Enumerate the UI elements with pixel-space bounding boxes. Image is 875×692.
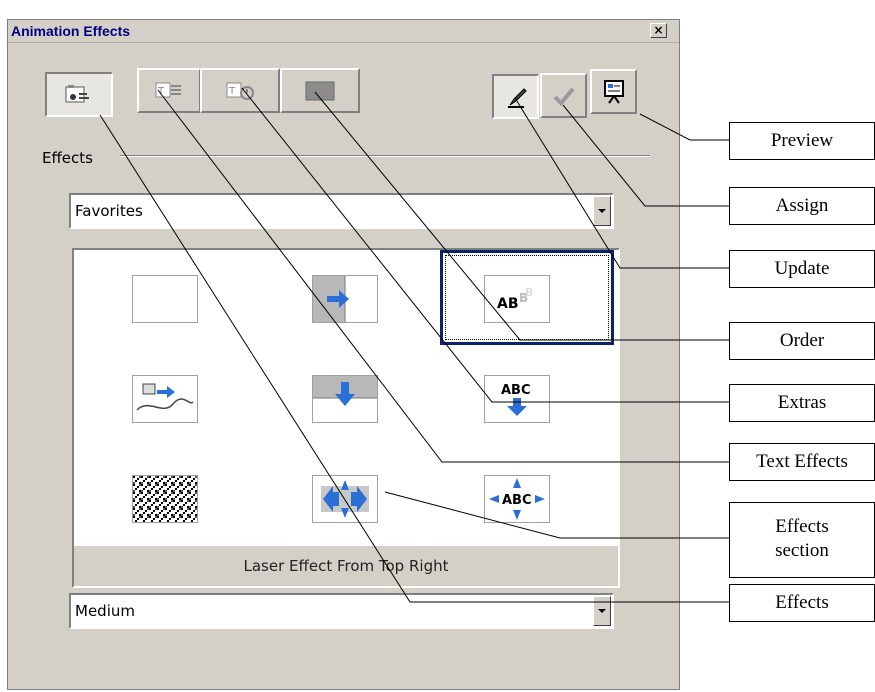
callout-assign-text: Assign xyxy=(775,195,829,216)
callout-preview-text: Preview xyxy=(770,130,834,151)
callout-effects-section-line1: Effects xyxy=(775,516,829,537)
callout-preview: Preview xyxy=(729,122,875,160)
callout-effects-section: Effects section xyxy=(729,502,875,578)
callout-extras: Extras xyxy=(729,384,875,422)
callout-order-text: Order xyxy=(779,330,825,351)
assign-leader-line xyxy=(562,104,735,207)
order-leader-line xyxy=(314,91,735,341)
callout-update: Update xyxy=(729,250,875,288)
update-leader-line xyxy=(514,97,735,269)
effects-section-leader-line xyxy=(384,491,735,539)
extras-leader-line xyxy=(241,87,735,403)
callout-order: Order xyxy=(729,322,875,360)
callout-effects-text: Effects xyxy=(775,592,829,613)
callout-extras-text: Extras xyxy=(777,392,827,413)
callout-effects: Effects xyxy=(729,584,875,622)
callout-text-effects: Text Effects xyxy=(729,443,875,481)
callout-assign: Assign xyxy=(729,187,875,225)
callout-text-effects-text: Text Effects xyxy=(756,451,848,472)
callout-effects-section-line2: section xyxy=(775,540,829,561)
text-effects-leader-line xyxy=(157,89,735,463)
callout-update-text: Update xyxy=(774,258,830,279)
effects-leader-line xyxy=(99,114,735,603)
preview-leader-line xyxy=(639,113,735,141)
